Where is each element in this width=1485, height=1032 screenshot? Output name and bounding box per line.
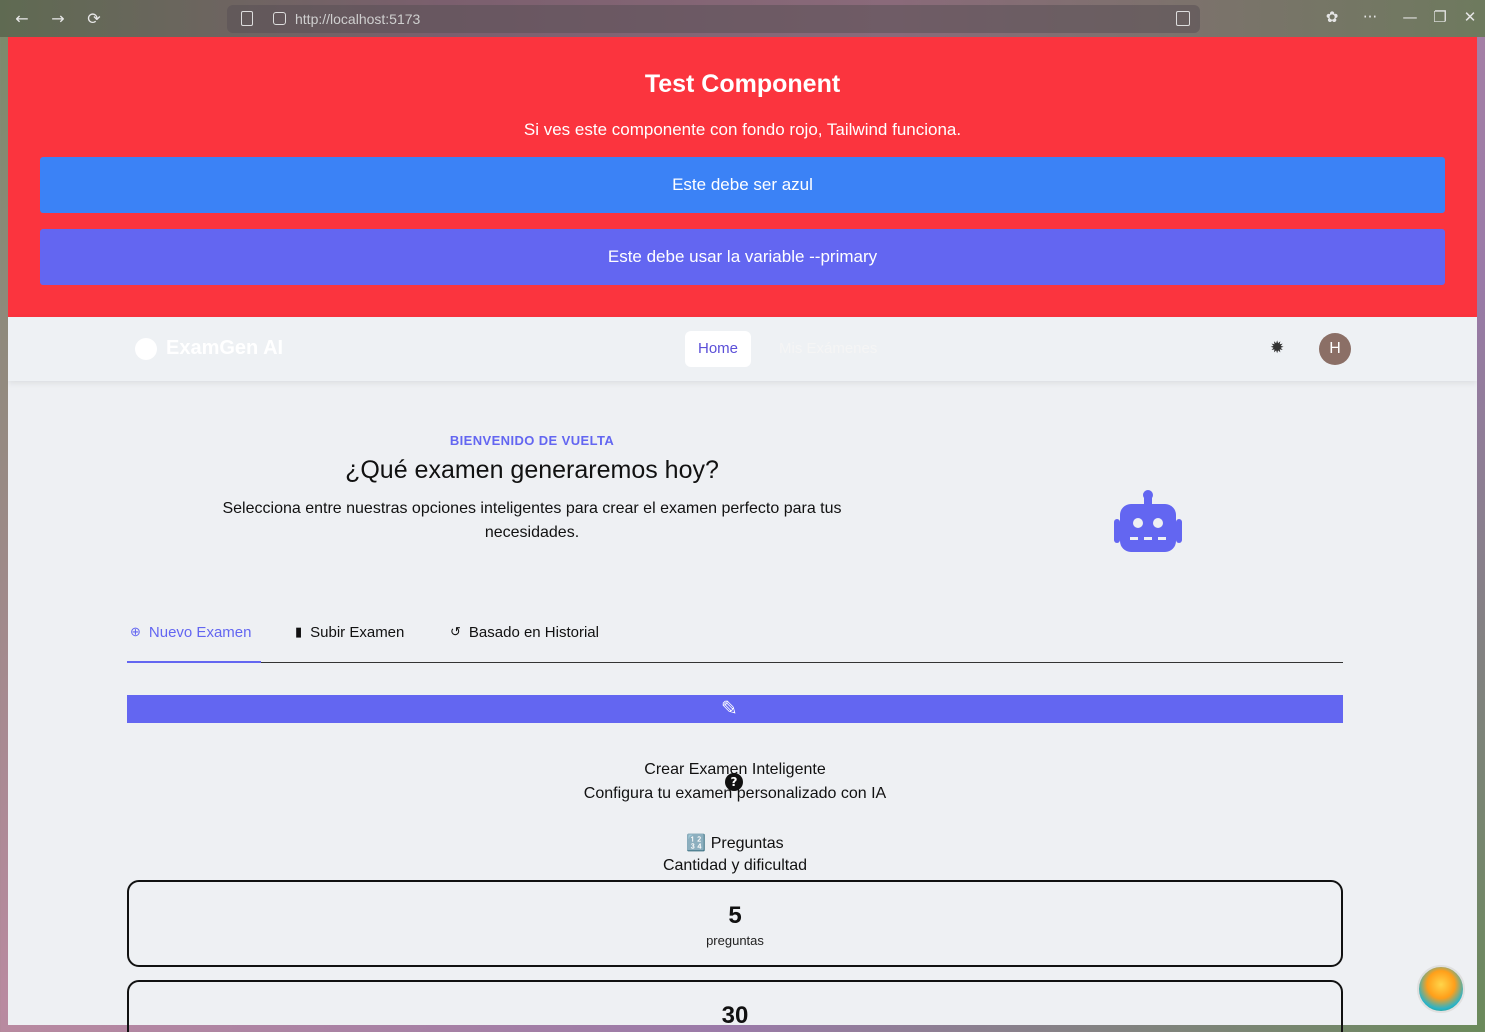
- tab-nuevo-examen[interactable]: ⊕ Nuevo Examen: [127, 624, 261, 663]
- tab-subir-examen[interactable]: ▮ Subir Examen: [295, 624, 404, 663]
- history-icon: ↺: [450, 624, 461, 639]
- floating-assistant-button[interactable]: [1417, 965, 1465, 1013]
- exam-tabs: ⊕ Nuevo Examen ▮ Subir Examen ↺ Basado e…: [127, 624, 1343, 663]
- site-info-icon[interactable]: [273, 12, 286, 25]
- option-label: preguntas: [706, 933, 764, 948]
- option-value: 5: [728, 902, 742, 929]
- section-subtitle: Cantidad y dificultad: [662, 857, 808, 874]
- navbar: ExamGen AI Home Mis Exámenes ✹ H: [8, 317, 1477, 381]
- test-component: Test Component Si ves este componente co…: [8, 37, 1477, 317]
- back-button[interactable]: ←: [11, 8, 33, 30]
- tab-label: Basado en Historial: [468, 624, 599, 641]
- primary-test-button[interactable]: Este debe usar la variable --primary: [40, 229, 1445, 285]
- extensions-icon[interactable]: ✿: [1322, 8, 1342, 26]
- avatar[interactable]: H: [1319, 333, 1351, 365]
- gear-icon[interactable]: ✹: [1270, 338, 1284, 358]
- browser-toolbar: ← → ⟳ http://localhost:5173 ✿ ··· — ❐ ✕: [0, 0, 1485, 37]
- tab-label: Nuevo Examen: [148, 624, 252, 641]
- maximize-button[interactable]: ❐: [1430, 8, 1450, 26]
- nav-link-mis-examenes[interactable]: Mis Exámenes: [779, 340, 877, 357]
- reading-view-icon[interactable]: [1176, 11, 1190, 26]
- pencil-icon: ✎: [721, 696, 738, 720]
- reload-button[interactable]: ⟳: [83, 8, 105, 30]
- address-bar[interactable]: http://localhost:5173: [227, 5, 1200, 33]
- page-icon: [241, 11, 253, 26]
- question-count-option[interactable]: 30: [127, 980, 1343, 1032]
- file-upload-icon: ▮: [295, 624, 303, 639]
- option-value: 30: [721, 1002, 749, 1029]
- robot-icon: [1114, 490, 1182, 552]
- brand-name: ExamGen AI: [166, 337, 284, 359]
- forward-button[interactable]: →: [47, 8, 69, 30]
- brain-icon: [135, 337, 157, 360]
- plus-circle-icon: ⊕: [130, 624, 141, 639]
- url-text: http://localhost:5173: [295, 11, 421, 27]
- help-icon[interactable]: ?: [725, 773, 743, 791]
- close-button[interactable]: ✕: [1460, 8, 1480, 26]
- test-component-description: Si ves este componente con fondo rojo, T…: [523, 120, 962, 139]
- tab-label: Subir Examen: [310, 624, 405, 641]
- hero-eyebrow: BIENVENIDO DE VUELTA: [449, 433, 615, 448]
- minimize-button[interactable]: —: [1400, 8, 1420, 26]
- blue-test-button[interactable]: Este debe ser azul: [40, 157, 1445, 213]
- page-title: ¿Qué examen generaremos hoy?: [345, 456, 719, 484]
- test-component-title: Test Component: [644, 70, 841, 98]
- brand-link[interactable]: ExamGen AI: [135, 337, 283, 360]
- menu-button[interactable]: ···: [1360, 8, 1380, 26]
- section-title: 🔢 Preguntas: [686, 835, 784, 852]
- question-count-option[interactable]: 5 preguntas: [127, 880, 1343, 967]
- tab-basado-en-historial[interactable]: ↺ Basado en Historial: [450, 624, 599, 663]
- exam-card-header: ✎: [127, 695, 1343, 723]
- nav-link-home[interactable]: Home: [685, 331, 751, 367]
- hero-description: Selecciona entre nuestras opciones intel…: [222, 500, 842, 541]
